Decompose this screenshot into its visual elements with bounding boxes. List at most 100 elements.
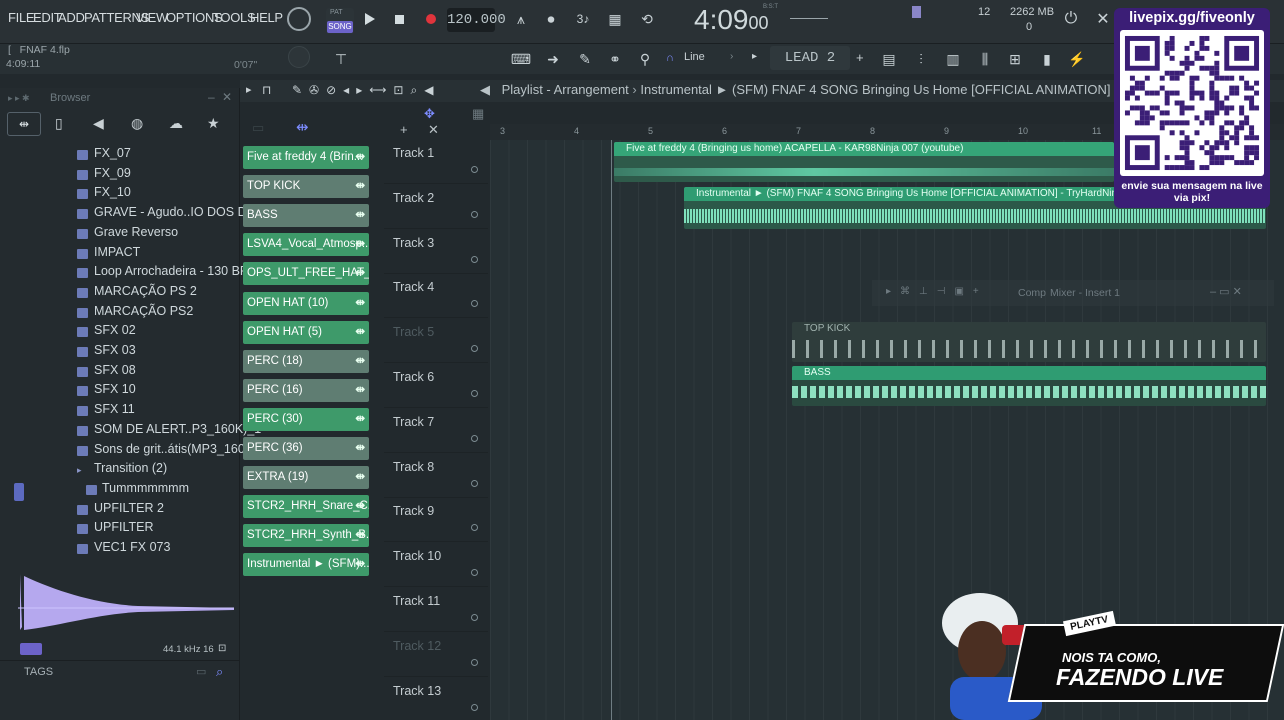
preview-play-icon[interactable]: [20, 643, 42, 655]
arrow-right-icon[interactable]: ➜: [542, 48, 564, 70]
rack-move-icon[interactable]: ⇹: [296, 118, 309, 136]
tempo-display[interactable]: 120.000: [447, 8, 506, 32]
browser-item[interactable]: FX_10: [94, 185, 131, 199]
track-mute-icon[interactable]: [471, 658, 478, 666]
browser-item[interactable]: Tummmmmmm: [102, 481, 189, 495]
menu-tools[interactable]: TOOLS: [213, 10, 256, 25]
track-header[interactable]: Track 2: [384, 185, 488, 229]
browser-item[interactable]: Transition (2): [94, 461, 167, 475]
stop-button[interactable]: [388, 8, 410, 30]
channel-route-icon[interactable]: ⇹: [355, 408, 365, 431]
online-icon[interactable]: ⏻: [1060, 8, 1082, 30]
menu-view[interactable]: VIEW: [136, 10, 168, 25]
link-icon[interactable]: ⚭: [604, 48, 626, 70]
track-header[interactable]: Track 12: [384, 633, 488, 677]
channel-route-icon[interactable]: ⇹: [355, 146, 365, 169]
add-track-icon[interactable]: +: [400, 122, 408, 137]
channel-button[interactable]: Instrumental ► (SFM)... ⇹: [243, 553, 369, 577]
menu-help[interactable]: HELP: [250, 10, 283, 25]
countdown-icon[interactable]: 3♪: [572, 8, 594, 30]
magnet-icon[interactable]: ∩: [666, 52, 674, 64]
browser-item[interactable]: Loop Arrochadeira - 130 BPM: [94, 264, 259, 278]
track-header[interactable]: Track 13: [384, 678, 488, 720]
browser-scroll-marker[interactable]: [14, 483, 24, 501]
channel-button[interactable]: TOP KICK ⇹: [243, 175, 369, 199]
piano-icon[interactable]: ⌨: [510, 48, 532, 70]
mixer-window-buttons[interactable]: – ▭ ✕: [1210, 285, 1242, 298]
browser-icon[interactable]: ⊞: [1004, 48, 1026, 70]
pitch-knob-icon[interactable]: ⊤: [330, 48, 352, 70]
browser-cloud-icon[interactable]: ☁: [169, 115, 183, 132]
channel-button[interactable]: EXTRA (19) ⇹: [243, 466, 369, 490]
pencil-icon[interactable]: ✎: [574, 48, 596, 70]
pat-song-toggle[interactable]: PAT SONG: [326, 8, 354, 34]
menu-file[interactable]: FILE: [8, 10, 35, 25]
rack-icon[interactable]: ▭: [252, 120, 264, 136]
channel-button[interactable]: Five at freddy 4 (Brin... ⇹: [243, 146, 369, 169]
channel-route-icon[interactable]: ⇹: [355, 321, 365, 344]
pattern-play-icon[interactable]: ▸: [752, 51, 757, 62]
mixer-tool-icons[interactable]: ▸⌘⊥⊣▣+: [886, 286, 988, 297]
record-button[interactable]: [420, 8, 442, 30]
track-header[interactable]: Track 10: [384, 543, 488, 588]
playlist-piano-icon[interactable]: ▦: [472, 106, 484, 122]
browser-item[interactable]: MARCAÇÃO PS 2: [94, 284, 197, 298]
track-header[interactable]: Track 3: [384, 230, 488, 274]
mixer-insert-window[interactable]: ▸⌘⊥⊣▣+ Comp Mixer - Insert 1 – ▭ ✕: [872, 280, 1274, 306]
channel-button[interactable]: OPEN HAT (10) ⇹: [243, 291, 369, 315]
track-mute-icon[interactable]: [471, 569, 478, 577]
menu-add[interactable]: ADD: [58, 10, 85, 25]
clip-bass[interactable]: BASS: [792, 366, 1266, 406]
track-mute-icon[interactable]: [471, 210, 478, 218]
snap-arrow-icon[interactable]: ›: [730, 51, 733, 62]
metronome-icon[interactable]: ⩚: [510, 8, 532, 30]
plugin-db-icon[interactable]: ▮: [1036, 48, 1058, 70]
clip-acapella[interactable]: Five at freddy 4 (Bringing us home) ACAP…: [614, 142, 1114, 182]
track-header[interactable]: Track 1: [384, 140, 488, 184]
track-header[interactable]: Track 4: [384, 274, 488, 319]
track-header[interactable]: Track 5: [384, 319, 488, 364]
plugin-picker-icon[interactable]: ⚡: [1066, 48, 1088, 70]
browser-minimize-icon[interactable]: –: [208, 90, 215, 104]
pattern-song-dial-icon[interactable]: [287, 7, 311, 31]
browser-item[interactable]: Grave Reverso: [94, 225, 178, 239]
channel-route-icon[interactable]: ⇹: [355, 233, 365, 256]
track-header[interactable]: Track 6: [384, 364, 488, 408]
channel-button[interactable]: STCR2_HRH_Synth_B... ⇹: [243, 524, 369, 548]
browser-item[interactable]: FX_09: [94, 166, 131, 180]
browser-item[interactable]: FX_07: [94, 146, 131, 160]
loop-record-icon[interactable]: ⟲: [636, 8, 658, 30]
track-header[interactable]: Track 7: [384, 409, 488, 453]
playlist-arrow-icon[interactable]: ▸: [246, 83, 252, 96]
track-mute-icon[interactable]: [471, 255, 478, 263]
playlist-window-icon[interactable]: ▤: [878, 48, 900, 70]
browser-item[interactable]: SFX 11: [94, 402, 135, 416]
browser-arrow-icon[interactable]: ▸ ▸ ✱: [8, 93, 30, 104]
wait-input-icon[interactable]: ⏺: [540, 8, 562, 30]
browser-item[interactable]: IMPACT: [94, 245, 140, 259]
channel-route-icon[interactable]: ⇹: [355, 175, 365, 198]
track-mute-icon[interactable]: [471, 479, 478, 487]
track-mute-icon[interactable]: [471, 434, 478, 442]
channel-button[interactable]: BASS ⇹: [243, 204, 369, 228]
step-edit-icon[interactable]: ▦: [604, 8, 626, 30]
track-mute-icon[interactable]: [471, 703, 478, 711]
channel-route-icon[interactable]: ⇹: [355, 379, 365, 402]
browser-globe-icon[interactable]: ◍: [131, 115, 143, 132]
stamp-icon[interactable]: ⚲: [634, 48, 656, 70]
channel-button[interactable]: PERC (18) ⇹: [243, 349, 369, 373]
tags-folder-icon[interactable]: ▭: [196, 665, 206, 678]
track-mute-icon[interactable]: [471, 524, 478, 532]
channel-route-icon[interactable]: ⇹: [355, 524, 365, 547]
browser-item[interactable]: VEC1 FX 073: [94, 540, 170, 554]
browser-close-icon[interactable]: ✕: [222, 90, 232, 104]
channel-route-icon[interactable]: ⇹: [355, 350, 365, 373]
browser-item[interactable]: UPFILTER 2: [94, 501, 164, 515]
track-header[interactable]: Track 9: [384, 498, 488, 543]
pattern-selector[interactable]: LEAD 2: [770, 46, 850, 70]
channel-button[interactable]: PERC (16) ⇹: [243, 378, 369, 402]
channel-button[interactable]: OPEN HAT (5) ⇹: [243, 320, 369, 344]
browser-plugin-icon[interactable]: ◀: [93, 115, 104, 132]
sample-info-icon[interactable]: ⊡: [218, 643, 226, 654]
channel-button[interactable]: LSVA4_Vocal_Atmosp... ⇹: [243, 233, 369, 257]
